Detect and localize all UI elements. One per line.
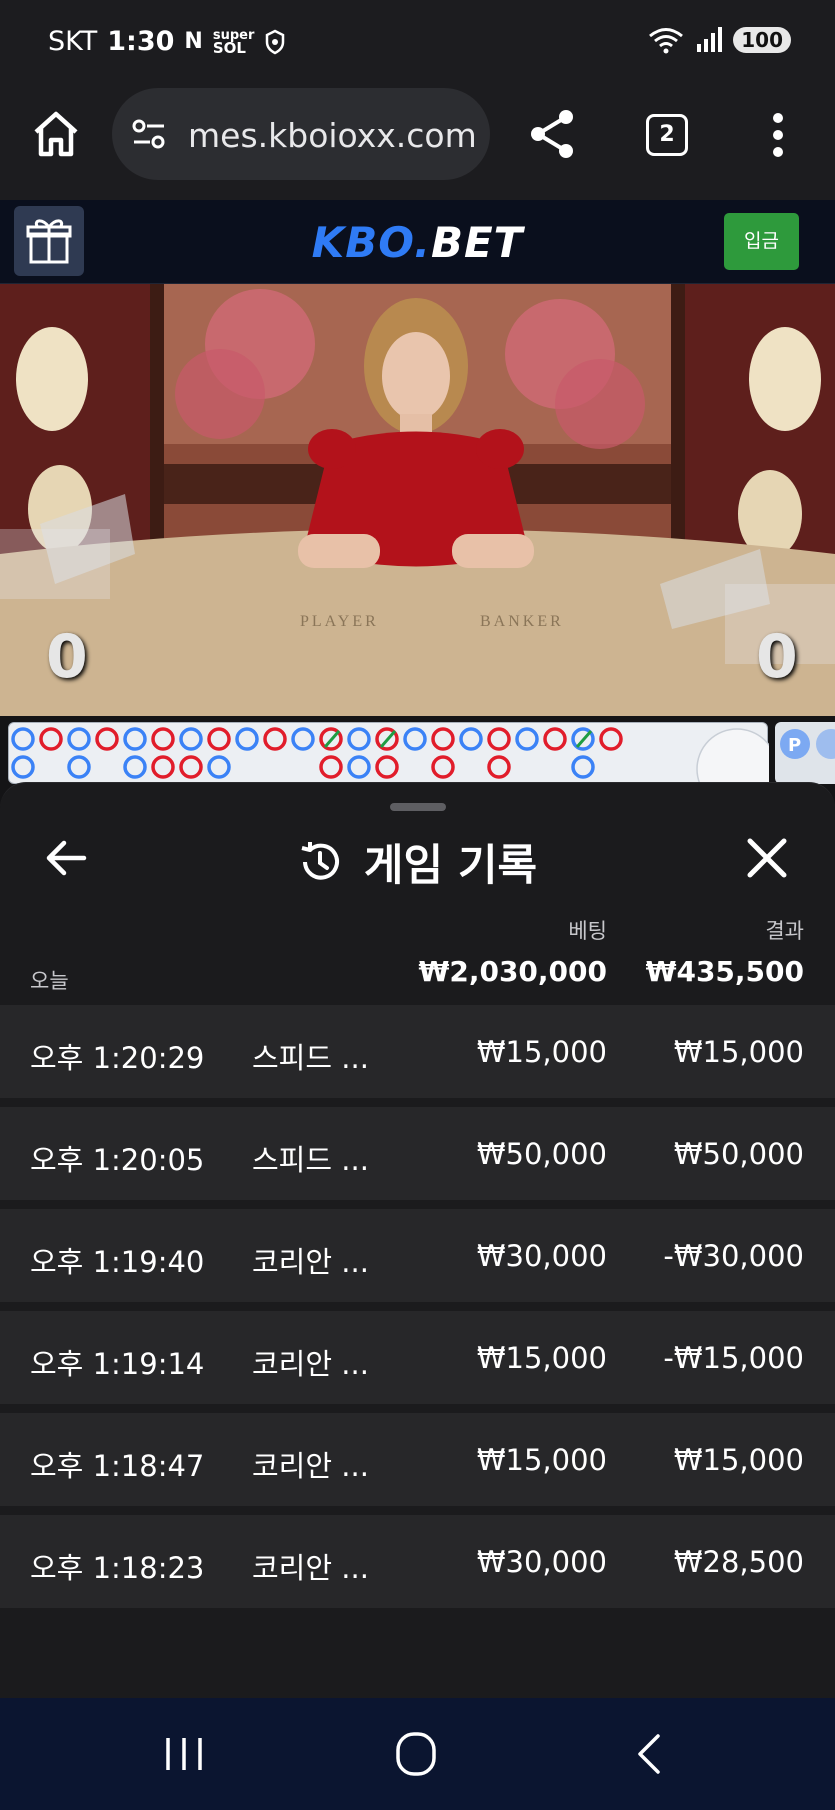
row-game: 코리안 ...	[252, 1245, 369, 1279]
banker-score: 0	[756, 622, 798, 692]
shield-q-icon	[266, 29, 285, 54]
status-right: 100	[647, 26, 791, 54]
tab-switcher-button[interactable]: 2	[646, 114, 688, 156]
row-bet: ₩15,000	[476, 1341, 607, 1375]
road-side-panel[interactable]: P	[775, 722, 835, 784]
carrier-label: SKT	[48, 26, 98, 57]
signal-icon	[697, 27, 723, 52]
column-header-result: 결과	[765, 919, 804, 943]
deposit-button[interactable]: 입금	[724, 213, 799, 270]
home-icon[interactable]	[30, 108, 82, 160]
row-game: 스피드 ...	[252, 1143, 369, 1177]
more-vert-icon[interactable]	[766, 112, 790, 158]
sheet-title: 게임 기록	[0, 831, 835, 893]
row-time: 오후 1:20:29	[30, 1041, 205, 1075]
row-time: 오후 1:18:23	[30, 1551, 205, 1585]
history-row[interactable]: 오후 1:18:47 코리안 ... ₩15,000 ₩15,000	[0, 1413, 835, 1506]
player-score: 0	[46, 622, 88, 692]
row-bet: ₩50,000	[476, 1137, 607, 1171]
logo-bet: BET	[430, 218, 524, 267]
row-time: 오후 1:20:05	[30, 1143, 205, 1177]
logo-kbo: KBO.	[311, 218, 431, 267]
row-game: 코리안 ...	[252, 1347, 369, 1381]
dealer-scene: PLAYER BANKER	[0, 284, 835, 716]
history-row[interactable]: 오후 1:19:40 코리안 ... ₩30,000 -₩30,000	[0, 1209, 835, 1302]
predict-player-icon[interactable]: P	[775, 722, 835, 784]
svg-text:PLAYER: PLAYER	[300, 613, 379, 630]
row-bet: ₩15,000	[476, 1443, 607, 1477]
url-text[interactable]: mes.kboioxx.com	[188, 116, 477, 155]
game-history-sheet: 게임 기록 베팅 결과 오늘 ₩2,030,000 ₩435,500 오후 1:…	[0, 782, 835, 1700]
live-dealer-video[interactable]: PLAYER BANKER 0 0	[0, 284, 835, 716]
total-bet: ₩2,030,000	[418, 955, 607, 988]
bead-road[interactable]	[8, 722, 778, 810]
row-time: 오후 1:19:14	[30, 1347, 205, 1381]
drag-handle[interactable]	[390, 803, 446, 811]
history-row[interactable]: 오후 1:20:05 스피드 ... ₩50,000 ₩50,000	[0, 1107, 835, 1200]
history-row[interactable]: 오후 1:18:23 코리안 ... ₩30,000 ₩28,500	[0, 1515, 835, 1608]
close-icon[interactable]	[742, 833, 792, 883]
status-bar: SKT 1:30 N super SOL 100	[0, 0, 835, 86]
site-settings-icon[interactable]	[130, 118, 168, 150]
svg-text:P: P	[788, 735, 801, 756]
row-result: ₩15,000	[673, 1443, 804, 1477]
site-logo[interactable]: KBO.BET	[0, 218, 835, 267]
row-result: -₩15,000	[663, 1341, 804, 1375]
n-notification-icon: N	[184, 29, 203, 54]
row-game: 코리안 ...	[252, 1551, 369, 1585]
history-list: 오후 1:20:29 스피드 ... ₩15,000 ₩15,000 오후 1:…	[0, 1005, 835, 1617]
sheet-title-text: 게임 기록	[363, 841, 538, 891]
battery-indicator: 100	[733, 27, 791, 53]
address-bar[interactable]: mes.kboioxx.com	[112, 88, 490, 180]
wifi-icon	[649, 28, 684, 54]
share-icon[interactable]	[528, 108, 576, 160]
browser-toolbar: mes.kboioxx.com 2	[0, 86, 835, 200]
system-nav-bar	[0, 1698, 835, 1810]
row-bet: ₩30,000	[476, 1545, 607, 1579]
row-bet: ₩30,000	[476, 1239, 607, 1273]
history-row[interactable]: 오후 1:20:29 스피드 ... ₩15,000 ₩15,000	[0, 1005, 835, 1098]
svg-text:BANKER: BANKER	[480, 613, 564, 630]
date-group-label: 오늘	[30, 969, 69, 993]
clock: 1:30	[107, 26, 175, 57]
super-sol-bottom: SOL	[212, 38, 246, 57]
row-result: ₩28,500	[673, 1545, 804, 1579]
row-time: 오후 1:19:40	[30, 1245, 205, 1279]
row-result: -₩30,000	[663, 1239, 804, 1273]
super-sol-icon: super SOL	[212, 29, 255, 57]
back-chevron-icon[interactable]	[620, 1728, 680, 1780]
road-circles	[11, 727, 778, 810]
row-result: ₩50,000	[673, 1137, 804, 1171]
history-icon	[301, 842, 339, 880]
site-header: KBO.BET 입금	[0, 200, 835, 284]
row-time: 오후 1:18:47	[30, 1449, 205, 1483]
home-circle-icon[interactable]	[386, 1728, 446, 1780]
history-row[interactable]: 오후 1:19:14 코리안 ... ₩15,000 -₩15,000	[0, 1311, 835, 1404]
row-bet: ₩15,000	[476, 1035, 607, 1069]
status-left: SKT 1:30 N super SOL	[48, 26, 286, 57]
total-result: ₩435,500	[645, 955, 804, 988]
recents-icon[interactable]	[154, 1728, 214, 1780]
row-result: ₩15,000	[673, 1035, 804, 1069]
row-game: 코리안 ...	[252, 1449, 369, 1483]
row-game: 스피드 ...	[252, 1041, 369, 1075]
column-header-bet: 베팅	[568, 919, 607, 943]
